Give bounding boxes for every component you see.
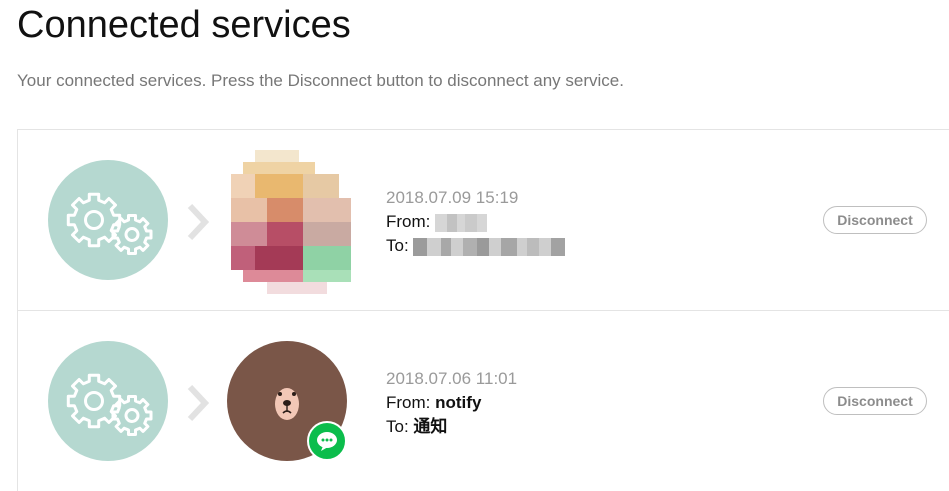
chevron-right-icon (187, 203, 210, 241)
line-chat-icon (307, 421, 347, 461)
from-line: From: notify (386, 391, 517, 415)
service-date: 2018.07.06 11:01 (386, 369, 518, 388)
to-line: To: 通知 (386, 415, 517, 439)
disconnect-button[interactable]: Disconnect (823, 387, 927, 415)
page-description: Your connected services. Press the Disco… (17, 71, 624, 90)
redacted-from-value (435, 213, 488, 232)
service-row: 2018.07.09 15:19 From: To: Disconnect (18, 130, 949, 311)
from-value: notify (435, 393, 482, 412)
gears-icon (48, 341, 168, 461)
from-label: From: (386, 212, 431, 231)
redacted-to-value (413, 237, 566, 256)
to-line: To: (386, 234, 566, 258)
to-label: To: (386, 417, 409, 436)
service-date: 2018.07.09 15:19 (386, 188, 519, 207)
chevron-right-icon (187, 384, 210, 422)
from-line: From: (386, 210, 565, 234)
disconnect-button[interactable]: Disconnect (823, 206, 927, 234)
gears-icon (48, 160, 168, 280)
service-thumbnail (219, 150, 367, 294)
service-row: 2018.07.06 11:01 From: notify To: 通知 Dis… (18, 311, 949, 491)
service-info: 2018.07.06 11:01 From: notify To: 通知 (386, 367, 517, 439)
to-label: To: (386, 236, 409, 255)
from-label: From: (386, 393, 431, 412)
services-list: 2018.07.09 15:19 From: To: Disconnect 20… (17, 129, 949, 491)
page-title: Connected services (17, 4, 351, 46)
to-value: 通知 (413, 417, 448, 436)
service-info: 2018.07.09 15:19 From: To: (386, 186, 566, 258)
